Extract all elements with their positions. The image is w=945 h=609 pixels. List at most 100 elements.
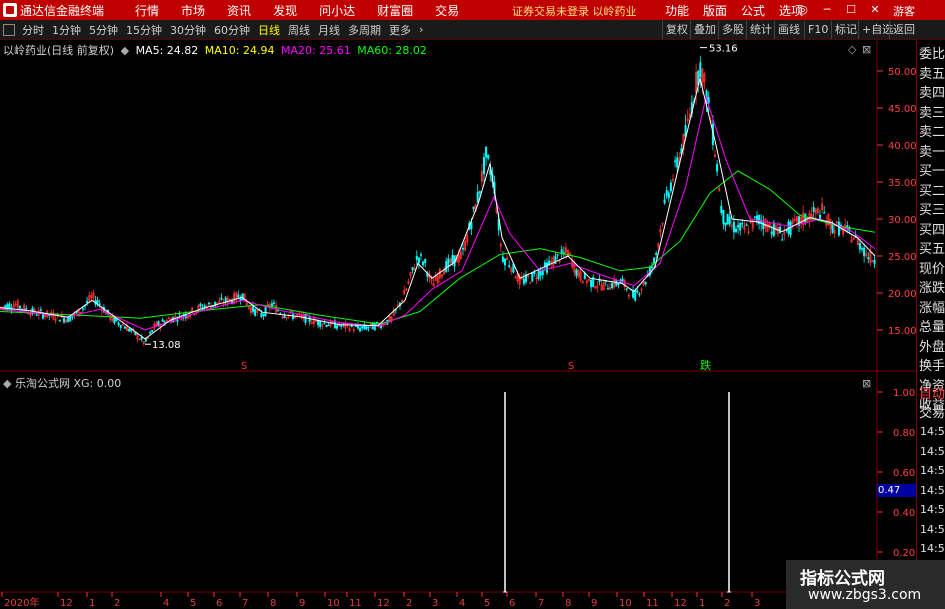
app-title: 通达信金融终端 xyxy=(20,3,105,18)
settings-icon[interactable]: ◎ xyxy=(794,2,812,18)
sell-marker-2: S xyxy=(568,361,574,372)
candle-body xyxy=(123,326,126,329)
menu-faxian[interactable]: 发现 xyxy=(262,2,308,19)
candle-body xyxy=(415,256,418,260)
period-weekly[interactable]: 周线 xyxy=(284,22,314,38)
duogu-button[interactable]: 多股 xyxy=(718,21,747,39)
ma60-line xyxy=(0,170,876,325)
period-30min[interactable]: 30分钟 xyxy=(166,22,210,38)
date-tick-label: 9 xyxy=(591,598,597,609)
minimize-icon[interactable]: ─ xyxy=(818,2,836,18)
candle-body xyxy=(655,252,658,255)
panel-toggle-icon[interactable] xyxy=(3,23,15,36)
tick-time: 14:56 xyxy=(920,522,945,536)
period-60min[interactable]: 60分钟 xyxy=(210,22,254,38)
indicator-tick-label: 0.80 xyxy=(893,428,915,439)
date-tick-label: 2 xyxy=(114,598,120,609)
menu-banmian[interactable]: 版面 xyxy=(696,2,734,19)
price-tick-label: 35.00 xyxy=(888,178,916,189)
diejia-button[interactable]: 叠加 xyxy=(690,21,719,39)
candle-body xyxy=(81,308,84,310)
candle-body xyxy=(272,302,275,304)
menu-zixun[interactable]: 资讯 xyxy=(216,2,262,19)
huaxian-button[interactable]: 画线 xyxy=(774,21,803,39)
candle-body xyxy=(58,319,61,322)
chart-shrink-icon[interactable]: ⊠ xyxy=(862,43,871,56)
indicator-header: ◆ 乐淘公式网 XG: 0.00 xyxy=(3,375,121,391)
close-icon[interactable]: ✕ xyxy=(866,2,884,18)
candle-body xyxy=(737,224,740,228)
ma5-line xyxy=(0,78,876,340)
candle-body xyxy=(537,270,540,280)
f10-button[interactable]: F10 xyxy=(804,21,831,39)
menu-shichang[interactable]: 市场 xyxy=(170,2,216,19)
period-15min[interactable]: 15分钟 xyxy=(122,22,166,38)
side-panel-item: 换手 xyxy=(919,359,945,374)
period-more[interactable]: 更多 xyxy=(385,22,415,38)
candle-body xyxy=(117,322,120,326)
guest-label[interactable]: 游客 xyxy=(893,3,915,19)
candle-body xyxy=(539,270,542,276)
menu-gongneng[interactable]: 功能 xyxy=(658,2,696,19)
indicator-settings-icon[interactable]: ◆ xyxy=(3,377,11,390)
candle-body xyxy=(501,256,504,262)
date-tick-label: 12 xyxy=(60,598,73,609)
chart-diamond-icon[interactable]: ◇ xyxy=(848,43,857,56)
menu-hangqing[interactable]: 行情 xyxy=(124,2,170,19)
candle-body xyxy=(837,221,840,236)
candle-body xyxy=(335,325,338,329)
side-panel-item[interactable]: 自动 xyxy=(919,383,945,402)
chart-canvas[interactable]: 15.00 20.00 25.00 30.00 35.00 40.00 45.00 50.00… xyxy=(0,40,916,609)
candle-body xyxy=(140,336,143,340)
candle-body xyxy=(367,326,370,329)
side-panel-item[interactable]: 交易 xyxy=(919,402,945,421)
fuquan-button[interactable]: 复权 xyxy=(662,21,691,39)
menu-gongshi[interactable]: 公式 xyxy=(734,2,772,19)
indicator-y-axis: 0.20 0.40 0.60 0.80 1.00 xyxy=(877,388,915,559)
back-button[interactable]: 返回 xyxy=(889,21,918,39)
chart-header: 以岭药业(日线 前复权) ◆ MA5: 24.82 MA10: 24.94 MA… xyxy=(3,42,430,58)
period-5min[interactable]: 5分钟 xyxy=(85,22,122,38)
side-panel-item: 涨跌 xyxy=(919,281,945,296)
date-tick-label: 10 xyxy=(327,598,340,609)
candle-body xyxy=(262,314,265,317)
price-tick-label: 45.00 xyxy=(888,104,916,115)
candle-body xyxy=(541,270,544,276)
login-notice[interactable]: 证券交易未登录 以岭药业 xyxy=(512,3,637,19)
date-tick-label: 1 xyxy=(89,598,95,609)
candle-body xyxy=(451,255,454,263)
date-tick-label: 5 xyxy=(190,598,196,609)
tongji-button[interactable]: 统计 xyxy=(746,21,775,39)
candle-body xyxy=(863,247,866,257)
price-tick-label: 20.00 xyxy=(888,289,916,300)
date-tick-label: 2 xyxy=(724,598,730,609)
biaoji-button[interactable]: 标记 xyxy=(831,21,860,39)
date-tick-label: 6 xyxy=(216,598,222,609)
low-price-label: 13.08 xyxy=(152,340,181,351)
period-multi[interactable]: 多周期 xyxy=(344,22,385,38)
price-tick-label: 30.00 xyxy=(888,215,916,226)
candle-body xyxy=(220,297,223,300)
period-toolbar: 分时 1分钟 5分钟 15分钟 30分钟 60分钟 日线 周线 月线 多周期 更… xyxy=(0,20,945,40)
chevron-right-icon[interactable]: › xyxy=(415,23,427,36)
candle-body xyxy=(478,190,481,194)
indicator-tick-label: 0.60 xyxy=(893,468,915,479)
side-panel-item: 总量 xyxy=(919,320,945,335)
date-tick-label: 7 xyxy=(538,598,544,609)
menu-jiaoyi[interactable]: 交易 xyxy=(424,2,470,19)
ma-settings-icon[interactable]: ◆ xyxy=(121,44,129,57)
drop-marker: 跌 xyxy=(700,358,711,372)
title-bar: 通达信金融终端 行情 市场 资讯 发现 问小达 财富圈 交易 证券交易未登录 以… xyxy=(0,0,945,20)
period-monthly[interactable]: 月线 xyxy=(314,22,344,38)
candle-body xyxy=(667,192,670,199)
date-tick-label: 3 xyxy=(432,598,438,609)
menu-wenxiaoda[interactable]: 问小达 xyxy=(308,2,366,19)
maximize-icon[interactable]: ☐ xyxy=(842,2,860,18)
indicator-shrink-icon[interactable]: ⊠ xyxy=(862,377,871,390)
period-fenshi[interactable]: 分时 xyxy=(18,22,48,38)
candle-body xyxy=(745,224,748,226)
period-1min[interactable]: 1分钟 xyxy=(48,22,85,38)
period-daily[interactable]: 日线 xyxy=(254,22,284,38)
tick-time: 14:56 xyxy=(920,444,945,458)
menu-caifuquan[interactable]: 财富圈 xyxy=(366,2,424,19)
